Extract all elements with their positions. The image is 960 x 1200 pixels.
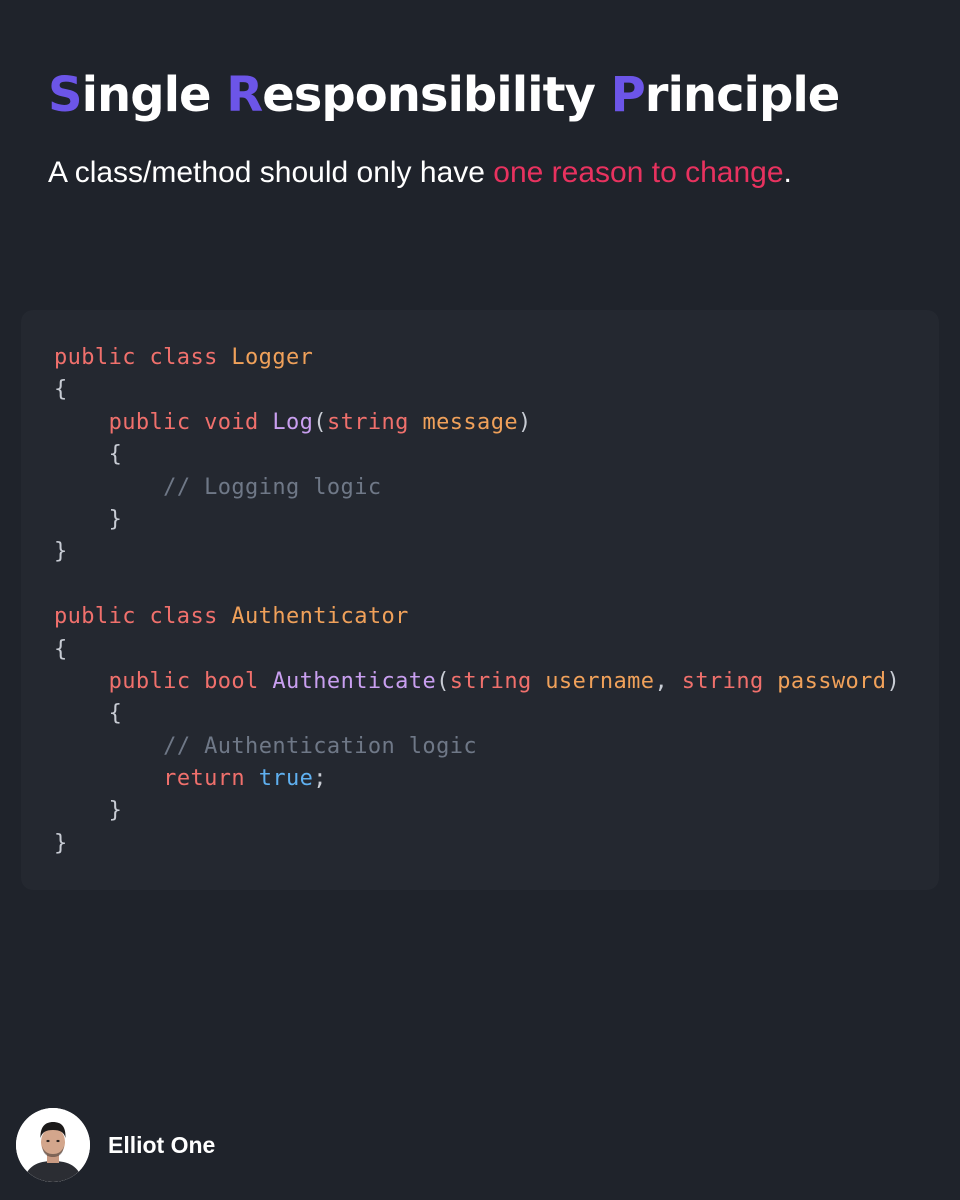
- code-class-name: Logger: [231, 345, 314, 370]
- code-line: }: [54, 795, 900, 827]
- code-brace: }: [108, 798, 123, 824]
- title-word-responsibility: esponsibility: [262, 67, 611, 123]
- code-line: }: [54, 828, 900, 860]
- code-param-name: username: [545, 668, 655, 694]
- code-semicolon: ;: [313, 766, 327, 792]
- code-keyword: public void: [108, 409, 273, 435]
- code-line: return true;: [54, 763, 900, 795]
- code-param-type: string: [326, 409, 423, 435]
- code-line: {: [54, 439, 900, 471]
- code-keyword: public bool: [108, 668, 273, 694]
- code-param-type: string: [681, 668, 778, 694]
- code-line: {: [54, 634, 900, 666]
- page-title: Single Responsibility Principle: [48, 62, 841, 128]
- subtitle-prefix: A class/method should only have: [48, 156, 494, 189]
- code-paren: ): [518, 409, 532, 435]
- code-literal: true: [258, 766, 314, 792]
- author-name: Elliot One: [108, 1131, 216, 1158]
- code-comment: // Authentication logic: [163, 733, 478, 759]
- avatar: [16, 1108, 90, 1182]
- code-block: public class Logger{ public void Log(str…: [21, 310, 939, 890]
- code-paren: ): [886, 668, 901, 694]
- code-line: public bool Authenticate(string username…: [54, 666, 900, 698]
- code-line: public class Logger: [54, 342, 900, 374]
- code-line: public void Log(string message): [54, 407, 900, 439]
- code-keyword: public class: [54, 345, 232, 370]
- title-letter-r: R: [226, 67, 263, 123]
- code-line: {: [54, 698, 900, 730]
- code-method-name: Authenticate: [272, 668, 437, 694]
- code-line: {: [54, 374, 900, 406]
- title-word-single: ingle: [81, 67, 227, 123]
- code-comment: // Logging logic: [163, 474, 382, 500]
- code-brace: {: [108, 442, 123, 468]
- author-badge: Elliot One: [16, 1108, 215, 1182]
- code-line: }: [54, 504, 900, 536]
- code-paren: (: [436, 668, 450, 694]
- code-class-name: Authenticator: [231, 604, 409, 630]
- code-paren: (: [313, 409, 327, 435]
- subtitle-highlight: one reason to change: [493, 156, 784, 189]
- code-line: // Authentication logic: [54, 731, 900, 763]
- code-line: // Logging logic: [54, 472, 900, 504]
- code-content: public class Logger{ public void Log(str…: [54, 342, 900, 860]
- code-brace: {: [54, 636, 68, 662]
- code-brace: }: [54, 539, 68, 565]
- code-param-name: password: [777, 668, 887, 694]
- code-brace: }: [108, 506, 123, 532]
- code-line: public class Authenticator: [54, 601, 900, 633]
- code-method-name: Log: [272, 409, 314, 435]
- code-brace: }: [54, 830, 68, 856]
- code-keyword: return: [163, 766, 259, 792]
- code-brace: {: [54, 377, 68, 403]
- code-keyword: public class: [54, 604, 232, 630]
- page-subtitle: A class/method should only have one reas…: [48, 154, 792, 192]
- title-word-principle: rinciple: [644, 67, 841, 123]
- code-param-name: message: [422, 409, 518, 435]
- code-param-type: string: [449, 668, 546, 694]
- code-comma: ,: [654, 668, 682, 694]
- title-letter-s: S: [48, 67, 83, 123]
- subtitle-suffix: .: [783, 156, 792, 189]
- person-avatar-icon: [16, 1108, 90, 1182]
- title-letter-p: P: [610, 67, 646, 123]
- code-brace: {: [108, 701, 123, 727]
- code-line: }: [54, 536, 900, 568]
